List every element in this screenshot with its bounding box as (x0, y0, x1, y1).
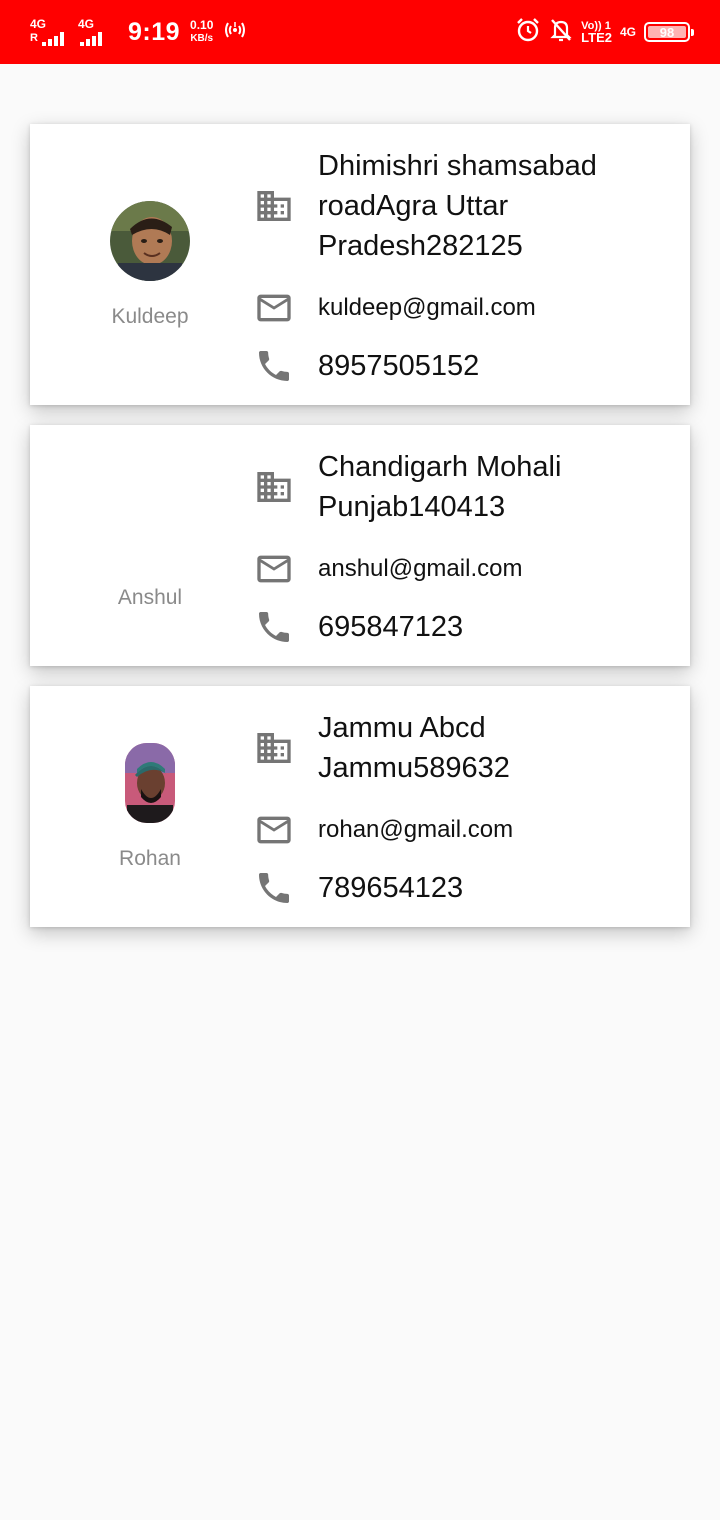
contact-identity: Anshul (30, 425, 270, 666)
battery-level: 98 (659, 24, 675, 40)
contact-details: Dhimishri shamsabad roadAgra Uttar Prade… (254, 146, 670, 386)
contact-details: Jammu Abcd Jammu589632 rohan@gmail.com 7… (254, 708, 670, 908)
email-row: kuldeep@gmail.com (254, 288, 670, 328)
avatar (125, 742, 175, 823)
contact-name: Anshul (117, 585, 183, 609)
status-bar-left: 4G R 4G 9:19 0.10 KB/s (30, 14, 247, 50)
sim1-network-type: 4G (30, 17, 47, 31)
sim1-signal-icon: 4G R (30, 18, 70, 46)
notifications-off-icon (549, 17, 573, 48)
alarm-icon (515, 17, 541, 48)
phone-row: 8957505152 (254, 346, 670, 386)
avatar (110, 482, 190, 562)
network-type-right: 4G (619, 25, 636, 39)
contact-phone[interactable]: 789654123 (318, 872, 463, 905)
sim1-roaming-indicator: R (30, 32, 38, 44)
hotspot-icon (223, 19, 247, 46)
mail-icon (254, 288, 294, 328)
volte-indicator: Vo)) 1 LTE2 (581, 20, 612, 44)
contact-email[interactable]: kuldeep@gmail.com (318, 294, 536, 322)
contact-name: Rohan (119, 846, 181, 870)
phone-row: 789654123 (254, 868, 670, 908)
sim2-signal-icon: 4G (78, 18, 118, 46)
battery-icon: 98 (644, 22, 694, 42)
sim2-network-type: 4G (78, 17, 95, 31)
business-building-icon (254, 467, 294, 507)
address-row: Dhimishri shamsabad roadAgra Uttar Prade… (254, 146, 670, 266)
avatar (110, 200, 190, 281)
contact-name: Kuldeep (111, 304, 189, 328)
mail-icon (254, 549, 294, 589)
status-bar-right: Vo)) 1 LTE2 4G 98 (515, 16, 694, 48)
contact-email[interactable]: anshul@gmail.com (318, 555, 522, 583)
contact-address: Dhimishri shamsabad roadAgra Uttar Prade… (318, 150, 597, 262)
contact-phone[interactable]: 695847123 (318, 611, 463, 644)
contact-card[interactable]: Rohan Jammu Abcd Jammu589632 rohan@gmail… (30, 686, 690, 927)
business-building-icon (254, 728, 294, 768)
contact-identity: Kuldeep (30, 124, 270, 405)
network-speed: 0.10 KB/s (190, 19, 213, 45)
phone-icon (254, 868, 294, 908)
email-row: rohan@gmail.com (254, 810, 670, 850)
network-speed-value: 0.10 (190, 18, 214, 32)
clock: 9:19 (128, 17, 181, 46)
contact-address: Chandigarh Mohali Punjab140413 (318, 451, 562, 523)
contact-email[interactable]: rohan@gmail.com (318, 816, 513, 844)
contact-list: Kuldeep Dhimishri shamsabad roadAgra Utt… (30, 124, 690, 947)
phone-row: 695847123 (254, 607, 670, 647)
status-bar: 4G R 4G 9:19 0.10 KB/s Vo)) 1 LTE2 4G 98 (0, 0, 720, 64)
address-row: Chandigarh Mohali Punjab140413 (254, 447, 670, 527)
email-row: anshul@gmail.com (254, 549, 670, 589)
mail-icon (254, 810, 294, 850)
contact-identity: Rohan (30, 686, 270, 927)
contact-phone[interactable]: 8957505152 (318, 350, 479, 383)
phone-icon (254, 607, 294, 647)
address-row: Jammu Abcd Jammu589632 (254, 708, 670, 788)
phone-icon (254, 346, 294, 386)
contact-address: Jammu Abcd Jammu589632 (318, 712, 510, 784)
lte2-label: LTE2 (581, 30, 612, 45)
contact-card[interactable]: Anshul Chandigarh Mohali Punjab140413 an… (30, 425, 690, 666)
network-speed-unit: KB/s (190, 33, 214, 44)
business-building-icon (254, 186, 294, 226)
contact-card[interactable]: Kuldeep Dhimishri shamsabad roadAgra Utt… (30, 124, 690, 405)
contact-details: Chandigarh Mohali Punjab140413 anshul@gm… (254, 447, 670, 647)
